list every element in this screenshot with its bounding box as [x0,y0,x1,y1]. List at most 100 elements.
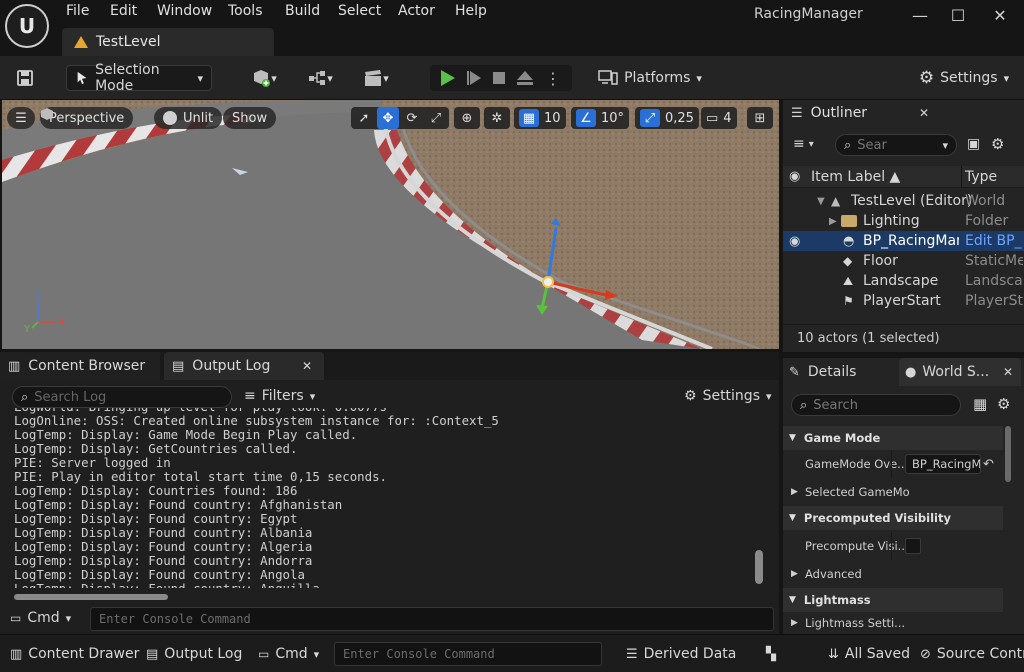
activity-button[interactable]: ▚ [766,635,776,672]
cmd-dropdown[interactable]: ▭ Cmd ▾ [10,610,71,626]
row-selected-gamemode[interactable]: ▶ Selected GameMo [783,478,1003,506]
menu-actor[interactable]: Actor [398,3,435,19]
level-tab[interactable]: TestLevel [62,28,274,56]
selection-mode-dropdown[interactable]: Selection Mode ▾ [66,62,212,94]
platforms-dropdown[interactable]: Platforms ▾ [598,65,702,91]
close-tab-icon[interactable]: ✕ [302,359,312,373]
expand-arrow-icon[interactable]: ▶ [829,216,837,227]
show-button[interactable]: Show [223,107,277,129]
menu-file[interactable]: File [66,3,89,19]
status-cmd-dropdown[interactable]: ▭ Cmd ▾ [258,635,319,672]
details-search-input[interactable]: ⌕ Search [791,394,961,416]
save-button[interactable] [12,65,38,91]
add-actor-button[interactable]: ▾ [244,65,284,91]
gear-icon[interactable]: ⚙ [997,395,1010,413]
column-item-label[interactable]: Item Label ▲ [811,169,900,185]
log-line: LogOnline: OSS: Created online subsystem… [14,413,499,428]
close-tab-icon[interactable]: ✕ [919,106,929,120]
tab-world-settings[interactable]: ● World S... ✕ [899,358,1021,386]
log-search-input[interactable]: ⌕ Search Log [12,386,232,408]
play-icon[interactable] [441,70,455,86]
minimize-icon[interactable]: — [908,6,932,25]
toolbar-settings-dropdown[interactable]: ⚙ Settings ▾ [912,65,1016,91]
details-scrollbar[interactable] [1005,426,1011,482]
rotation-snap-button[interactable]: ∠ 10° [571,107,630,129]
select-tool-icon[interactable]: ➚ [353,107,375,129]
section-game-mode[interactable]: ▼ Game Mode [783,426,1003,450]
table-view-icon[interactable]: ▦ [973,395,987,413]
row-lightmass-settings[interactable]: ▶ Lightmass Setti... [783,612,1003,634]
tab-details[interactable]: ✎ Details [783,358,897,386]
blueprints-button[interactable]: ▾ [300,65,340,91]
source-control-button[interactable]: ⊘ Source Contro [920,635,1024,672]
outliner-row-playerstart[interactable]: ⚑ PlayerStart PlayerSta [783,291,1024,311]
viewport-menu-button[interactable]: ☰ [7,107,35,129]
visibility-column-icon[interactable]: ◉ [789,169,800,184]
outliner-search-input[interactable]: ⌕ Sear ▾ [835,134,957,156]
eye-icon[interactable]: ◉ [789,234,800,249]
outliner-item-type: Folder [965,213,1009,229]
reset-arrow-icon[interactable]: ↶ [983,457,994,472]
maximize-icon[interactable]: ☐ [946,6,970,25]
expand-arrow-icon: ▶ [791,487,798,497]
menu-build[interactable]: Build [285,3,320,19]
level-viewport[interactable]: Z X Y ☰ Perspective Unlit Show ➚ ✥ ⟳ ⤢ ⊕… [2,100,779,349]
all-saved-button[interactable]: ⇊ All Saved [828,635,910,672]
tab-content-browser[interactable]: ▥ Content Browser [0,352,160,380]
outliner-tab[interactable]: ☰ Outliner ✕ [783,100,943,126]
derived-data-button[interactable]: ☰ Derived Data [626,635,736,672]
maximize-viewport-button[interactable]: ⊞ [747,107,773,129]
outliner-row-landscape[interactable]: ⛰ Landscape Landscap [783,271,1024,291]
status-console-input[interactable]: Enter Console Command [334,642,602,666]
outliner-row-lighting[interactable]: ▶ Lighting Folder [783,211,1024,231]
camera-speed-button[interactable]: ▭ 4 [701,107,737,129]
more-options-icon[interactable]: ⋮ [545,69,561,88]
menu-window[interactable]: Window [157,3,212,19]
add-folder-icon[interactable]: ▣ [967,136,980,152]
expand-arrow-icon[interactable]: ▼ [817,196,825,207]
output-log-button[interactable]: ▤ Output Log [146,635,242,672]
section-precomputed-visibility[interactable]: ▼ Precomputed Visibility [783,506,1003,530]
column-type[interactable]: Type [965,169,997,185]
menu-tools[interactable]: Tools [228,3,263,19]
eject-icon[interactable] [517,71,533,85]
section-lightmass[interactable]: ▼ Lightmass [783,588,1003,612]
menu-edit[interactable]: Edit [110,3,137,19]
stop-icon[interactable] [493,72,505,84]
tab-output-log[interactable]: ▤ Output Log ✕ [164,352,324,380]
gear-icon[interactable]: ⚙ [991,135,1004,153]
advance-frame-icon[interactable] [467,71,481,85]
scale-snap-button[interactable]: ⤢ 0,25 [635,107,699,129]
outliner-row-world[interactable]: ▼ ▲ TestLevel (Editor) World [783,191,1024,211]
gamemode-override-select[interactable]: BP_RacingMa [905,454,981,474]
outliner-row-bp-racingmanager[interactable]: ◉ ◓ BP_RacingMana Edit BP_ [783,231,1024,251]
edit-blueprint-link[interactable]: Edit BP_ [965,233,1023,249]
close-window-icon[interactable]: ✕ [988,6,1012,25]
close-tab-icon[interactable]: ✕ [1003,365,1013,379]
rotate-tool-icon[interactable]: ⟳ [401,107,423,129]
filters-dropdown[interactable]: ≡ Filters ▾ [244,388,315,404]
content-drawer-button[interactable]: ▥ Content Drawer [10,635,139,672]
surface-snapping-button[interactable]: ✲ [484,107,510,129]
grid-snap-button[interactable]: ▦ 10 [514,107,566,129]
log-horizontal-scrollbar[interactable] [14,594,168,600]
outliner-item-type: StaticMe [965,253,1023,269]
log-vertical-scrollbar[interactable] [755,550,763,584]
perspective-button[interactable]: Perspective [40,107,134,129]
cinematics-button[interactable]: ▾ [356,65,396,91]
view-mode-button[interactable]: Unlit [154,107,223,129]
console-command-input[interactable]: Enter Console Command [90,607,774,631]
selected-gamemode-label: Selected GameMo [805,485,910,499]
move-tool-icon[interactable]: ✥ [377,107,399,129]
menu-select[interactable]: Select [338,3,381,19]
scale-tool-icon[interactable]: ⤢ [425,107,447,129]
unreal-logo-icon[interactable]: U [5,4,49,48]
log-settings-dropdown[interactable]: ⚙ Settings ▾ [684,388,772,404]
filter-button[interactable]: ≡ ▾ [793,136,814,152]
viewport-scene: Z X Y [2,100,779,349]
menu-help[interactable]: Help [455,3,487,19]
row-advanced[interactable]: ▶ Advanced [783,560,1003,588]
precompute-visibility-checkbox[interactable] [905,538,921,554]
outliner-row-floor[interactable]: ◆ Floor StaticMe [783,251,1024,271]
coordinate-system-button[interactable]: ⊕ [454,107,480,129]
